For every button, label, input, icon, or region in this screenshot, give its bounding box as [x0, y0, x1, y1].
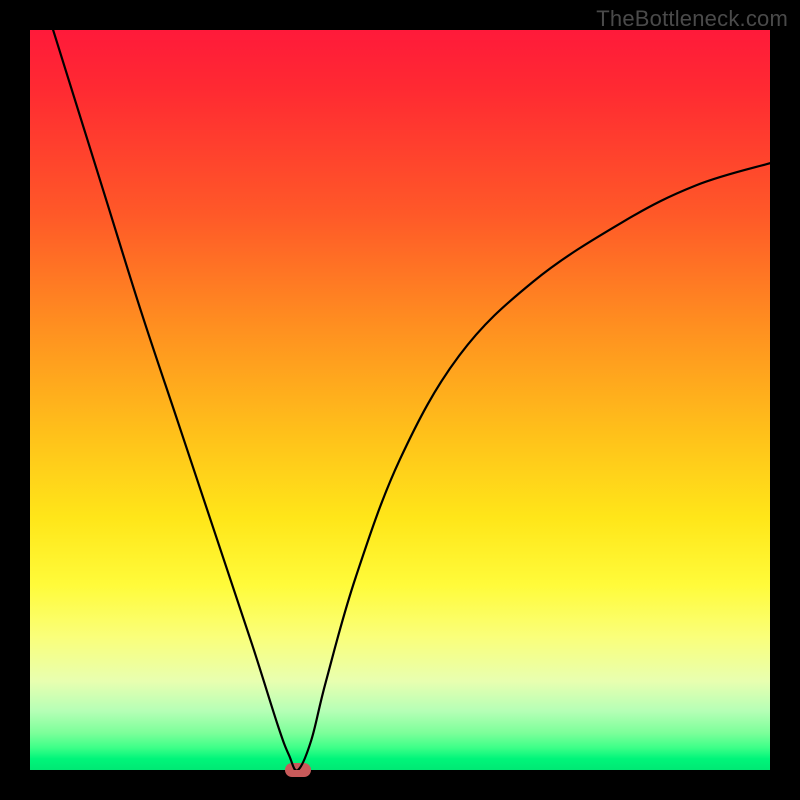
- watermark-text: TheBottleneck.com: [596, 6, 788, 32]
- curve-path: [30, 30, 770, 770]
- plot-outer: [30, 30, 770, 770]
- chart-frame: TheBottleneck.com: [0, 0, 800, 800]
- bottleneck-curve: [30, 30, 770, 770]
